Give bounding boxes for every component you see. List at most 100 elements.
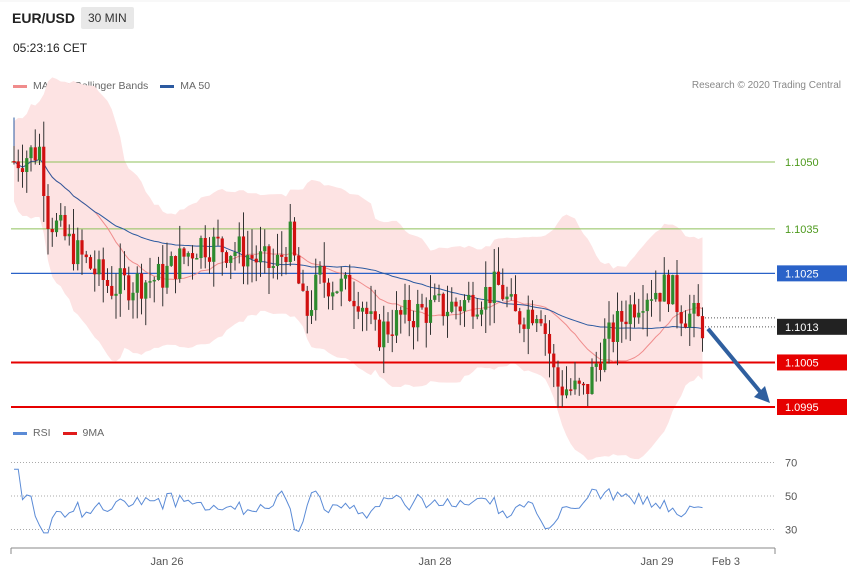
candle-body [105, 280, 110, 286]
candle-body [683, 323, 688, 328]
candle-body [203, 237, 207, 258]
candle-body [127, 275, 131, 301]
candle-body [42, 146, 46, 196]
candle-body [556, 367, 560, 387]
candle-body [297, 255, 301, 284]
candle-body [195, 258, 199, 260]
candle-body [165, 265, 169, 288]
candle-body [88, 257, 93, 269]
x-tick-label: Jan 28 [418, 556, 451, 568]
x-axis: Jan 26 Jan 28 Jan 29 Feb 3 [10, 547, 776, 568]
candle-body [594, 363, 598, 367]
candle-body [586, 384, 590, 394]
candle-body [37, 146, 42, 161]
candle-body [679, 312, 683, 324]
candle-body [318, 266, 322, 275]
candle-body [496, 271, 501, 285]
bollinger-band-fill [14, 77, 703, 460]
candle-body [369, 311, 373, 314]
candle-body [122, 268, 127, 276]
candle-body [110, 285, 114, 296]
candle-body [700, 316, 705, 339]
candle-body [29, 147, 33, 159]
candle-body [148, 281, 152, 283]
candle-body [182, 248, 186, 257]
candle-body [416, 303, 420, 328]
price-chart[interactable]: 1.1050 1.1035 1.1025 1.1013 1.1005 1.0995 70 5… [0, 0, 850, 576]
candle-body [535, 318, 539, 324]
candle-body [552, 353, 556, 368]
candle-body [518, 311, 522, 325]
candle-body [263, 246, 267, 252]
candle-body [590, 366, 594, 394]
candle-body [407, 299, 411, 322]
candle-body [386, 321, 390, 335]
candle-body [63, 214, 67, 237]
candle-body [641, 311, 645, 313]
candle-body [662, 274, 666, 302]
level-label: 1.1013 [785, 322, 819, 334]
projection-arrow-shaft [706, 327, 764, 396]
candle-body [280, 254, 284, 257]
candle-body [577, 380, 581, 384]
candle-body [271, 266, 275, 268]
candle-body [382, 321, 386, 348]
candle-body [199, 237, 203, 259]
candle-body [144, 282, 148, 299]
candle-body [454, 301, 458, 307]
candle-body [467, 294, 471, 301]
candle-body [377, 319, 382, 348]
candle-body [97, 259, 101, 275]
candle-body [399, 310, 403, 315]
candle-body [305, 290, 309, 316]
candle-body [216, 236, 220, 239]
level-label: 1.1025 [785, 268, 819, 280]
candle-body [637, 312, 641, 318]
candle-body [403, 299, 407, 315]
candle-body [76, 240, 80, 265]
candle-body [169, 256, 173, 266]
rsi-tick-label: 30 [785, 525, 797, 537]
candle-body [284, 256, 288, 263]
candle-body [50, 228, 54, 233]
candle-body [666, 274, 671, 305]
candle-body [331, 292, 335, 297]
candle-body [428, 299, 433, 323]
candle-body [131, 292, 135, 301]
candle-body [101, 259, 105, 281]
candle-body [564, 389, 569, 396]
candle-body [603, 338, 607, 370]
candle-body [522, 324, 526, 329]
candle-body [539, 318, 543, 324]
candle-body [433, 295, 437, 300]
rsi-tick-label: 70 [785, 458, 797, 470]
candle-body [348, 274, 352, 301]
candle-body [547, 333, 552, 354]
candle-body [267, 246, 271, 268]
candle-body [229, 256, 233, 263]
candle-body [658, 292, 662, 302]
level-label: 1.1050 [785, 157, 819, 169]
candle-body [352, 300, 356, 307]
candle-body [437, 293, 441, 296]
candle-body [114, 293, 118, 296]
candle-body [118, 268, 122, 294]
candle-body [624, 321, 628, 325]
candle-body [475, 314, 479, 317]
candle-body [530, 309, 535, 324]
bollinger-bands [14, 77, 703, 460]
candle-body [152, 279, 156, 282]
candle-body [611, 322, 615, 342]
candle-body [390, 334, 394, 336]
candle-body [33, 147, 37, 161]
candle-body [501, 284, 505, 300]
candle-body [173, 256, 178, 279]
candle-body [513, 294, 518, 312]
candle-body [356, 306, 360, 312]
candle-body [93, 268, 97, 275]
candle-body [212, 236, 216, 262]
candle-body [671, 275, 675, 305]
candle-body [135, 273, 139, 293]
candle-body [373, 311, 377, 320]
candle-body [292, 221, 297, 256]
